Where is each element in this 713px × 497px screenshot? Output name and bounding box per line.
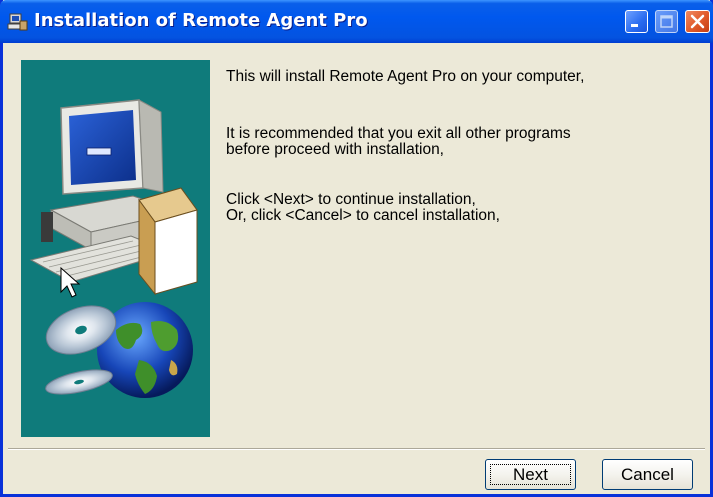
recommendation-text-line2: before proceed with installation,	[226, 141, 444, 158]
recommendation-text-line1: It is recommended that you exit all othe…	[226, 125, 571, 142]
maximize-icon	[660, 15, 673, 28]
minimize-icon	[631, 24, 638, 27]
cancel-button[interactable]: Cancel	[602, 459, 693, 490]
cancel-instruction-text: Or, click <Cancel> to cancel installatio…	[226, 207, 500, 224]
close-button[interactable]	[685, 10, 710, 33]
intro-text: This will install Remote Agent Pro on yo…	[226, 68, 585, 85]
close-icon	[690, 14, 705, 29]
side-panel-illustration	[21, 60, 210, 437]
next-button[interactable]: Next	[485, 459, 576, 490]
next-instruction-text: Click <Next> to continue installation,	[226, 191, 476, 208]
installer-icon	[7, 12, 29, 32]
title-bar[interactable]: Installation of Remote Agent Pro	[0, 0, 713, 43]
focus-rectangle	[490, 464, 571, 485]
computer-cd-globe-illustration	[29, 99, 198, 398]
installer-window: Installation of Remote Agent Pro This wi…	[0, 0, 713, 497]
button-divider	[8, 448, 705, 450]
window-title: Installation of Remote Agent Pro	[34, 10, 368, 31]
minimize-button[interactable]	[625, 10, 648, 33]
cancel-button-label: Cancel	[621, 465, 674, 484]
maximize-button[interactable]	[655, 10, 678, 33]
